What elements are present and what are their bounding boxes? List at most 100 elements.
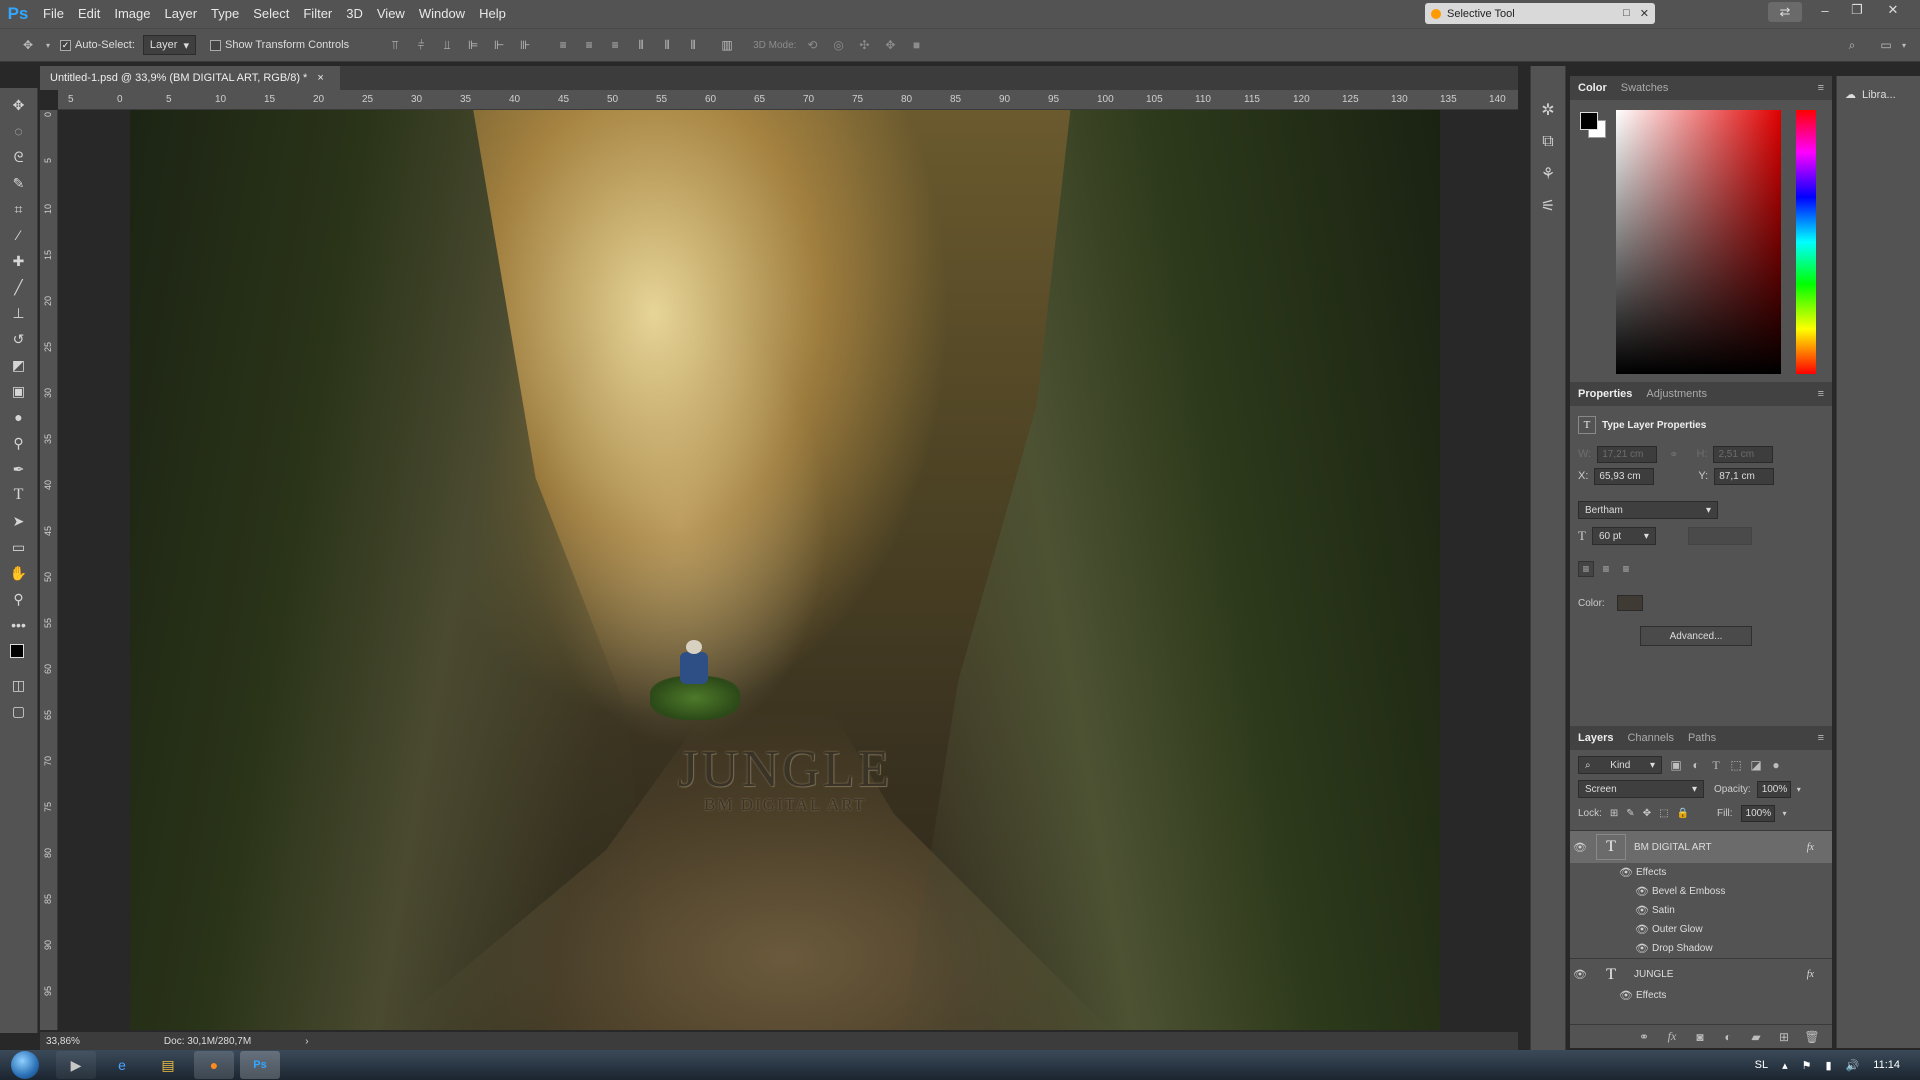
clone-stamp-tool-icon[interactable]: ⊥ xyxy=(6,302,32,324)
close-tab-icon[interactable]: × xyxy=(317,72,323,84)
align-text-right-icon[interactable]: ≡ xyxy=(1618,561,1634,577)
search-icon[interactable]: ⌕ xyxy=(1844,37,1860,53)
marquee-tool-icon[interactable]: ◌ xyxy=(6,120,32,142)
visibility-eye-icon[interactable]: 👁 xyxy=(1632,904,1652,917)
tab-channels[interactable]: Channels xyxy=(1627,732,1673,744)
crop-tool-icon[interactable]: ⌗ xyxy=(6,198,32,220)
eyedropper-tool-icon[interactable]: ⁄ xyxy=(6,224,32,246)
status-menu-arrow[interactable]: › xyxy=(305,1036,308,1047)
filter-type-icon[interactable]: T xyxy=(1710,757,1722,773)
effects-row[interactable]: 👁 Effects xyxy=(1570,863,1832,882)
align-left-icon[interactable]: ⊫ xyxy=(465,37,481,53)
align-text-left-icon[interactable]: ≡ xyxy=(1578,561,1594,577)
maximize-icon[interactable]: □ xyxy=(1623,7,1630,20)
layer-row[interactable]: 👁 T BM DIGITAL ART fx xyxy=(1570,831,1832,863)
blend-mode-dropdown[interactable]: Screen ▾ xyxy=(1578,780,1704,798)
firefox-icon[interactable]: ● xyxy=(194,1051,234,1079)
align-top-icon[interactable]: ⫪ xyxy=(387,37,403,53)
artwork-title-text[interactable]: JUNGLE xyxy=(130,740,1440,799)
visibility-eye-icon[interactable]: 👁 xyxy=(1632,942,1652,955)
lock-artboard-icon[interactable]: ⬚ xyxy=(1659,808,1668,819)
auto-select-checkbox[interactable]: ✓ Auto-Select: xyxy=(60,39,135,51)
font-style-dropdown[interactable] xyxy=(1687,527,1752,545)
opacity-field[interactable]: 100% xyxy=(1756,780,1791,798)
move-tool-icon[interactable]: ✥ xyxy=(6,94,32,116)
more-tools-icon[interactable]: ••• xyxy=(6,614,32,636)
close-window-icon[interactable]: ✕ xyxy=(1876,0,1910,20)
selective-tool-tab[interactable]: Selective Tool □ ✕ xyxy=(1425,3,1655,24)
visibility-eye-icon[interactable]: 👁 xyxy=(1570,841,1590,854)
action-center-icon[interactable]: ⚑ xyxy=(1802,1059,1812,1072)
layer-comps-icon[interactable]: ✲ xyxy=(1540,102,1556,119)
show-hidden-icon[interactable]: ▴ xyxy=(1782,1059,1788,1072)
effect-name[interactable]: Drop Shadow xyxy=(1652,943,1713,954)
tab-color[interactable]: Color xyxy=(1578,82,1607,94)
visibility-eye-icon[interactable]: 👁 xyxy=(1616,990,1636,1000)
effect-row[interactable]: 👁 Outer Glow xyxy=(1570,920,1832,939)
visibility-eye-icon[interactable]: 👁 xyxy=(1616,866,1636,879)
filter-adjustment-icon[interactable]: ◐ xyxy=(1690,757,1702,773)
orbit-3d-icon[interactable]: ⟲ xyxy=(804,37,820,53)
hue-slider[interactable] xyxy=(1796,110,1816,374)
distribute-left-icon[interactable]: ⦀ xyxy=(633,37,649,53)
media-player-icon[interactable]: ▶ xyxy=(56,1051,96,1079)
effect-row[interactable]: 👁 Satin xyxy=(1570,901,1832,920)
distribute-hcenter-icon[interactable]: ⦀ xyxy=(659,37,675,53)
layer-name[interactable]: BM DIGITAL ART xyxy=(1634,842,1712,853)
lasso-tool-icon[interactable]: ᘓ xyxy=(6,146,32,168)
link-icon[interactable]: ⚭ xyxy=(1669,448,1678,461)
zoom-level[interactable]: 33,86% xyxy=(46,1036,80,1047)
advanced-button[interactable]: Advanced... xyxy=(1640,626,1752,646)
ruler-horizontal[interactable]: 5 0 5 10 15 20 25 30 35 40 45 50 55 60 65 70 75 80 85 90 95 1… xyxy=(58,90,1518,110)
filter-pixel-icon[interactable]: ▣ xyxy=(1670,757,1682,773)
lock-transparent-icon[interactable]: ⊞ xyxy=(1610,808,1618,819)
maximize-window-icon[interactable]: ❐ xyxy=(1840,0,1874,20)
filter-toggle-icon[interactable]: ● xyxy=(1770,757,1782,773)
height-field[interactable]: 2,51 cm xyxy=(1713,445,1774,463)
panel-menu-icon[interactable]: ≡ xyxy=(1818,732,1824,744)
move-tool-icon[interactable]: ✥ xyxy=(20,37,36,53)
roll-3d-icon[interactable]: ◎ xyxy=(830,37,846,53)
layer-fx-icon[interactable]: fx xyxy=(1807,842,1814,853)
delete-layer-icon[interactable]: 🗑 xyxy=(1804,1029,1820,1045)
layer-filter-dropdown[interactable]: ⌕ Kind ▾ xyxy=(1578,756,1662,774)
chevron-down-icon[interactable]: ▾ xyxy=(1797,785,1801,794)
new-adjustment-icon[interactable]: ◐ xyxy=(1720,1029,1736,1045)
align-hcenter-icon[interactable]: ⊩ xyxy=(491,37,507,53)
menu-filter[interactable]: Filter xyxy=(296,0,339,28)
distribute-right-icon[interactable]: ⦀ xyxy=(685,37,701,53)
hand-tool-icon[interactable]: ✋ xyxy=(6,562,32,584)
effect-row[interactable]: 👁 Bevel & Emboss xyxy=(1570,882,1832,901)
color-swatches[interactable] xyxy=(6,640,32,670)
filter-shape-icon[interactable]: ⬚ xyxy=(1730,757,1742,773)
visibility-eye-icon[interactable]: 👁 xyxy=(1570,968,1590,981)
menu-layer[interactable]: Layer xyxy=(158,0,205,28)
layer-fx-icon[interactable]: fx xyxy=(1807,969,1814,980)
new-layer-icon[interactable]: ⊞ xyxy=(1776,1029,1792,1045)
artwork-subtitle-text[interactable]: BM DIGITAL ART xyxy=(130,795,1440,815)
lock-all-icon[interactable]: 🔒 xyxy=(1677,808,1689,819)
tab-layers[interactable]: Layers xyxy=(1578,732,1613,744)
align-text-center-icon[interactable]: ≡ xyxy=(1598,561,1614,577)
restore-window-icon[interactable]: ⇄ xyxy=(1768,2,1802,22)
effects-row[interactable]: 👁 Effects xyxy=(1570,990,1832,1000)
effect-name[interactable]: Outer Glow xyxy=(1652,924,1703,935)
visibility-eye-icon[interactable]: 👁 xyxy=(1632,923,1652,936)
align-bottom-icon[interactable]: ⫫ xyxy=(439,37,455,53)
canvas-area[interactable]: JUNGLE BM DIGITAL ART xyxy=(58,110,1518,1030)
close-icon[interactable]: ✕ xyxy=(1640,7,1649,20)
lock-position-icon[interactable]: ✥ xyxy=(1643,808,1651,819)
lock-image-icon[interactable]: ✎ xyxy=(1626,808,1634,819)
x-field[interactable]: 65,93 cm xyxy=(1594,467,1655,485)
photoshop-taskbar-icon[interactable]: Ps xyxy=(240,1051,280,1079)
history-brush-tool-icon[interactable]: ↺ xyxy=(6,328,32,350)
volume-icon[interactable]: 🔊 xyxy=(1846,1059,1860,1072)
internet-explorer-icon[interactable]: e xyxy=(102,1051,142,1079)
align-right-icon[interactable]: ⊪ xyxy=(517,37,533,53)
width-field[interactable]: 17,21 cm xyxy=(1597,445,1658,463)
auto-select-target-dropdown[interactable]: Layer ▾ xyxy=(142,35,196,55)
visibility-eye-icon[interactable]: 👁 xyxy=(1632,885,1652,898)
menu-type[interactable]: Type xyxy=(204,0,246,28)
panel-menu-icon[interactable]: ≡ xyxy=(1818,82,1824,94)
rectangle-tool-icon[interactable]: ▭ xyxy=(6,536,32,558)
